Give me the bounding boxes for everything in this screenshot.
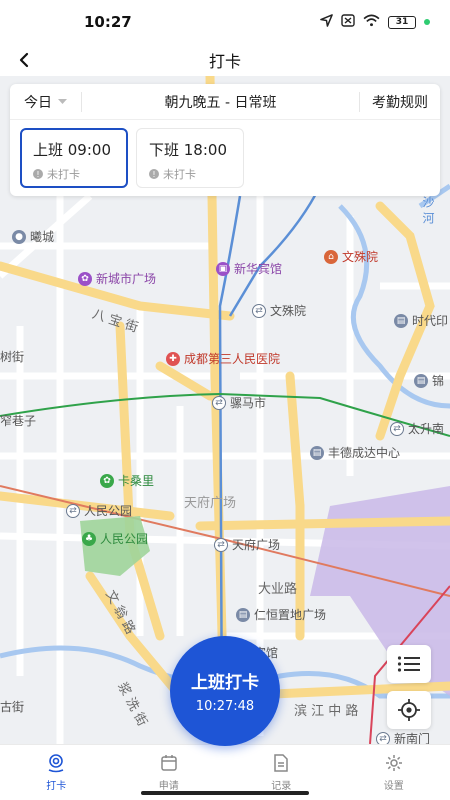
current-time: 10:27:48 xyxy=(195,699,255,714)
map-label-tianfu-station: ⇄ 天府广场 xyxy=(214,536,280,553)
locate-button[interactable] xyxy=(387,691,431,729)
metro-icon: ⇄ xyxy=(66,503,80,518)
map-label-gujie: 古街 xyxy=(0,700,25,714)
tab-label: 记录 xyxy=(271,781,292,792)
map-label-xicheng: ● 曦城 xyxy=(12,228,54,245)
back-button[interactable] xyxy=(18,44,48,76)
status-time: 10:27 xyxy=(84,13,132,31)
map-label-wenshuyuan-station: ⇄ 文殊院 xyxy=(252,302,306,319)
building-icon: ▤ xyxy=(310,445,324,460)
shopping-icon: ✿ xyxy=(100,473,114,488)
shift-time: 下班 18:00 xyxy=(149,141,227,159)
map-label-dayelu: 大业路 xyxy=(258,582,298,597)
indicator-dot-icon xyxy=(424,19,430,25)
status-icons: 31 xyxy=(320,13,430,31)
tab-settings[interactable]: 设置 xyxy=(338,745,450,800)
wifi-icon xyxy=(363,14,380,31)
caret-down-icon xyxy=(58,98,67,104)
shift-clock-in[interactable]: 上班 09:00 ! 未打卡 xyxy=(20,128,128,188)
info-icon: ! xyxy=(33,169,43,179)
crosshair-locate-icon xyxy=(398,699,420,721)
temple-icon: ⌂ xyxy=(324,249,338,264)
place-icon: ● xyxy=(12,229,26,244)
shift-name: 朝九晚五 - 日常班 xyxy=(164,94,277,111)
chevron-left-icon xyxy=(19,52,29,68)
shopping-icon: ✿ xyxy=(78,271,92,286)
gear-icon xyxy=(385,753,403,773)
sim-off-icon xyxy=(341,13,355,31)
map-label-luomashi: ⇄ 骡马市 xyxy=(212,394,266,411)
tab-label: 打卡 xyxy=(46,781,67,792)
shift-time: 上班 09:00 xyxy=(33,141,111,159)
map-label-kasangli: ✿ 卡桑里 xyxy=(100,472,154,489)
map-label-renmin-station: ⇄ 人民公园 xyxy=(66,502,132,519)
metro-icon: ⇄ xyxy=(376,731,390,744)
home-indicator xyxy=(141,791,309,795)
tab-clock-in[interactable]: 打卡 xyxy=(0,745,113,800)
card-header-row: 今日 朝九晚五 - 日常班 考勤规则 xyxy=(10,84,440,120)
clock-in-button[interactable]: 上班打卡 10:27:48 xyxy=(170,636,280,746)
attendance-card: 今日 朝九晚五 - 日常班 考勤规则 上班 09:00 ! 未打卡 下班 18:… xyxy=(10,84,440,196)
page-title: 打卡 xyxy=(208,52,241,71)
map-label-wenshuyuan-temple: ⌂ 文殊院 xyxy=(324,248,378,265)
hospital-icon: ✚ xyxy=(166,351,180,366)
map-label-binjiang: 滨 江 中 路 xyxy=(294,704,359,719)
tab-label: 申请 xyxy=(158,781,179,792)
metro-icon: ⇄ xyxy=(214,537,228,552)
map-label-xinhua: ▣ 新华宾馆 xyxy=(216,260,282,277)
info-icon: ! xyxy=(149,169,159,179)
metro-icon: ⇄ xyxy=(252,303,266,318)
map-label-jin: ▤ 锦 xyxy=(414,372,444,389)
map-label-shushujie: 树街 xyxy=(0,350,25,364)
shift-clock-out[interactable]: 下班 18:00 ! 未打卡 xyxy=(136,128,244,188)
shift-row: 上班 09:00 ! 未打卡 下班 18:00 ! 未打卡 xyxy=(10,120,440,196)
map-label-fengde: ▤ 丰德成达中心 xyxy=(310,444,400,461)
list-icon xyxy=(397,656,420,672)
clock-in-title: 上班打卡 xyxy=(191,673,259,693)
map-label-taisheng: ⇄ 太升南 xyxy=(390,420,444,437)
list-view-button[interactable] xyxy=(387,645,431,683)
document-icon xyxy=(273,753,289,773)
metro-icon: ⇄ xyxy=(212,395,226,410)
calendar-icon xyxy=(160,753,178,773)
tab-label: 设置 xyxy=(383,781,404,792)
date-select[interactable]: 今日 xyxy=(10,91,82,112)
map-label-xinchengshi: ✿ 新城市广场 xyxy=(78,270,156,287)
hotel-icon: ▣ xyxy=(216,261,230,276)
fingerprint-location-icon xyxy=(46,753,66,773)
shift-status: ! 未打卡 xyxy=(33,166,115,182)
status-bar: 10:27 31 xyxy=(0,0,450,44)
shift-status: ! 未打卡 xyxy=(149,166,231,182)
map-label-hospital: ✚ 成都第三人民医院 xyxy=(166,350,280,367)
battery-icon: 31 xyxy=(388,15,416,29)
metro-icon: ⇄ xyxy=(390,421,404,436)
nav-header: 打卡 xyxy=(0,44,450,76)
map-label-xinnan: ⇄ 新南门 xyxy=(376,730,430,744)
map-label-zhaixiangzi: 窄巷子 xyxy=(0,414,37,428)
building-icon: ▤ xyxy=(414,373,428,388)
date-select-label: 今日 xyxy=(24,94,52,111)
park-icon: ♣ xyxy=(82,531,96,546)
building-icon: ▤ xyxy=(236,607,250,622)
map-label-tianfu-area: 天府广场 xyxy=(184,496,237,511)
location-arrow-icon xyxy=(320,13,333,31)
map-label-renheng: ▤ 仁恒置地广场 xyxy=(236,606,326,623)
attendance-rules-link[interactable]: 考勤规则 xyxy=(359,91,440,112)
map-label-shahe: 沙 河 xyxy=(421,196,435,224)
map-label-shiyin: ▤ 时代印 xyxy=(394,312,448,329)
map-label-renmin-park: ♣ 人民公园 xyxy=(82,530,148,547)
building-icon: ▤ xyxy=(394,313,408,328)
